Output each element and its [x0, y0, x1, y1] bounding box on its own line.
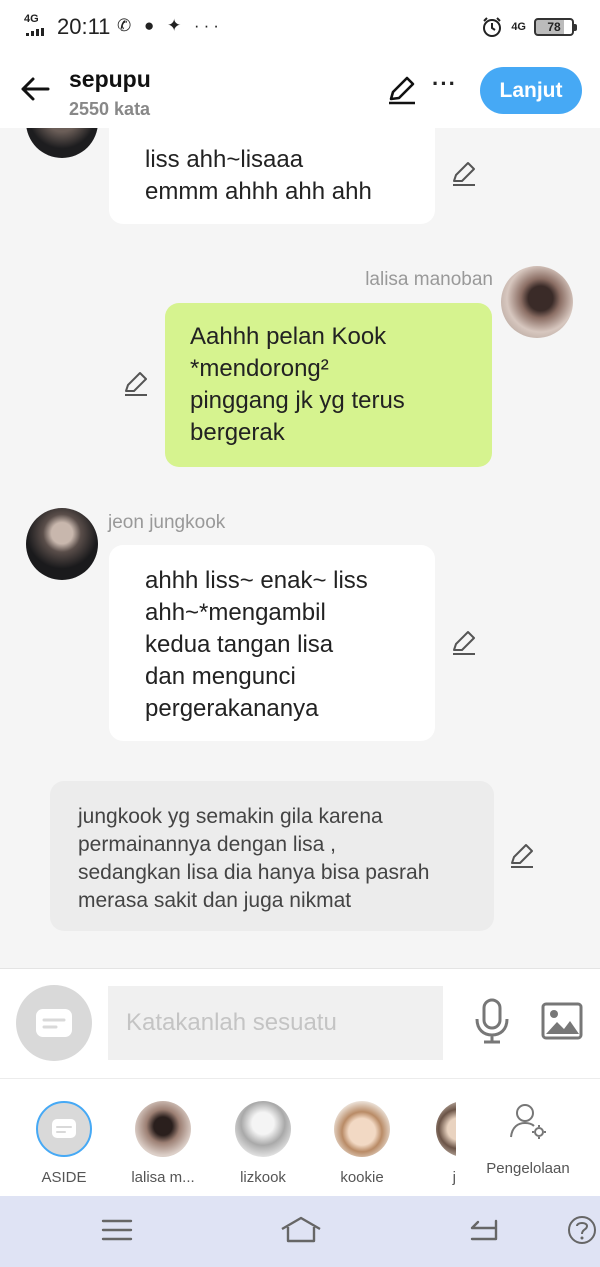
notification-icons: ✆ ● ✦ ··· — [117, 16, 223, 35]
avatar[interactable] — [26, 508, 98, 580]
aside-avatar — [36, 1101, 92, 1157]
aside-bubble[interactable]: jungkook yg semakin gila karena permaina… — [50, 781, 494, 931]
signal-bars-icon — [26, 28, 46, 36]
next-button[interactable]: Lanjut — [480, 67, 582, 114]
character-name: lalisa m... — [131, 1169, 195, 1186]
character-bar: ASIDE lalisa m... lizkook kookie j Penge… — [0, 1078, 600, 1196]
message-bubble[interactable]: Aahhh pelan Kook *mendorong² pinggang jk… — [165, 303, 492, 467]
message-bubble[interactable]: liss ahh~lisaaa emmm ahhh ahh ahh — [109, 128, 435, 224]
avatar[interactable] — [26, 128, 98, 158]
character-lalisa[interactable]: lalisa m... — [119, 1101, 207, 1186]
management-button[interactable]: Pengelolaan — [470, 1101, 586, 1177]
sender-name: lalisa manoban — [365, 269, 493, 290]
message-text: jungkook yg semakin gila karena permaina… — [78, 805, 430, 912]
back-navigation-icon[interactable] — [466, 1214, 502, 1246]
avatar[interactable] — [501, 266, 573, 338]
avatar — [135, 1101, 191, 1157]
message-text: liss ahh~lisaaa emmm ahhh ahh ahh — [145, 146, 372, 205]
character-name: j — [452, 1169, 456, 1186]
alarm-icon — [483, 17, 502, 37]
help-icon[interactable] — [566, 1214, 598, 1246]
avatar — [334, 1101, 390, 1157]
back-arrow-icon[interactable] — [18, 72, 52, 106]
story-title: sepupu — [69, 66, 151, 92]
system-navigation-bar — [0, 1196, 600, 1267]
chat-bubble-icon — [52, 1119, 76, 1138]
edit-message-icon[interactable] — [450, 629, 478, 657]
message-input[interactable] — [108, 986, 443, 1060]
microphone-icon[interactable] — [472, 997, 512, 1045]
edit-message-icon[interactable] — [122, 370, 150, 398]
message-bubble[interactable]: ahhh liss~ enak~ liss ahh~*mengambil ked… — [109, 545, 435, 741]
edit-message-icon[interactable] — [450, 160, 478, 188]
aside-toggle-button[interactable] — [16, 985, 92, 1061]
character-lizkook[interactable]: lizkook — [219, 1101, 307, 1186]
message-text: ahhh liss~ enak~ liss ahh~*mengambil ked… — [145, 567, 368, 722]
image-icon[interactable] — [540, 1001, 584, 1041]
character-partial[interactable]: j — [418, 1101, 456, 1186]
edit-icon[interactable] — [386, 74, 418, 106]
message-text: Aahhh pelan Kook *mendorong² pinggang jk… — [190, 323, 405, 446]
avatar — [235, 1101, 291, 1157]
word-count: 2550 kata — [69, 99, 151, 119]
header: sepupu 2550 kata ··· Lanjut — [0, 52, 600, 128]
chat-area[interactable]: liss ahh~lisaaa emmm ahhh ahh ahh lalisa… — [0, 128, 600, 968]
clock: 20:11 — [57, 14, 111, 39]
home-icon[interactable] — [279, 1214, 323, 1246]
avatar — [436, 1101, 456, 1157]
character-name: ASIDE — [41, 1169, 87, 1186]
character-aside[interactable]: ASIDE — [20, 1101, 108, 1186]
more-options-icon[interactable]: ··· — [432, 73, 462, 102]
network-indicator-right: 4G — [511, 21, 526, 33]
management-label: Pengelolaan — [486, 1160, 570, 1177]
status-right: 4G 78 — [481, 15, 577, 39]
user-settings-icon — [510, 1104, 546, 1139]
character-name: kookie — [340, 1169, 384, 1186]
battery-indicator: 78 — [534, 18, 577, 36]
edit-message-icon[interactable] — [508, 842, 536, 870]
character-name: lizkook — [240, 1169, 286, 1186]
status-bar: 4G 20:11 ✆ ● ✦ ··· 4G 78 — [0, 0, 600, 52]
composer — [0, 968, 600, 1078]
menu-icon[interactable] — [99, 1214, 135, 1246]
network-indicator: 4G — [24, 13, 39, 25]
chat-bubble-icon — [36, 1009, 72, 1037]
character-kookie[interactable]: kookie — [318, 1101, 406, 1186]
sender-name: jeon jungkook — [108, 512, 226, 533]
